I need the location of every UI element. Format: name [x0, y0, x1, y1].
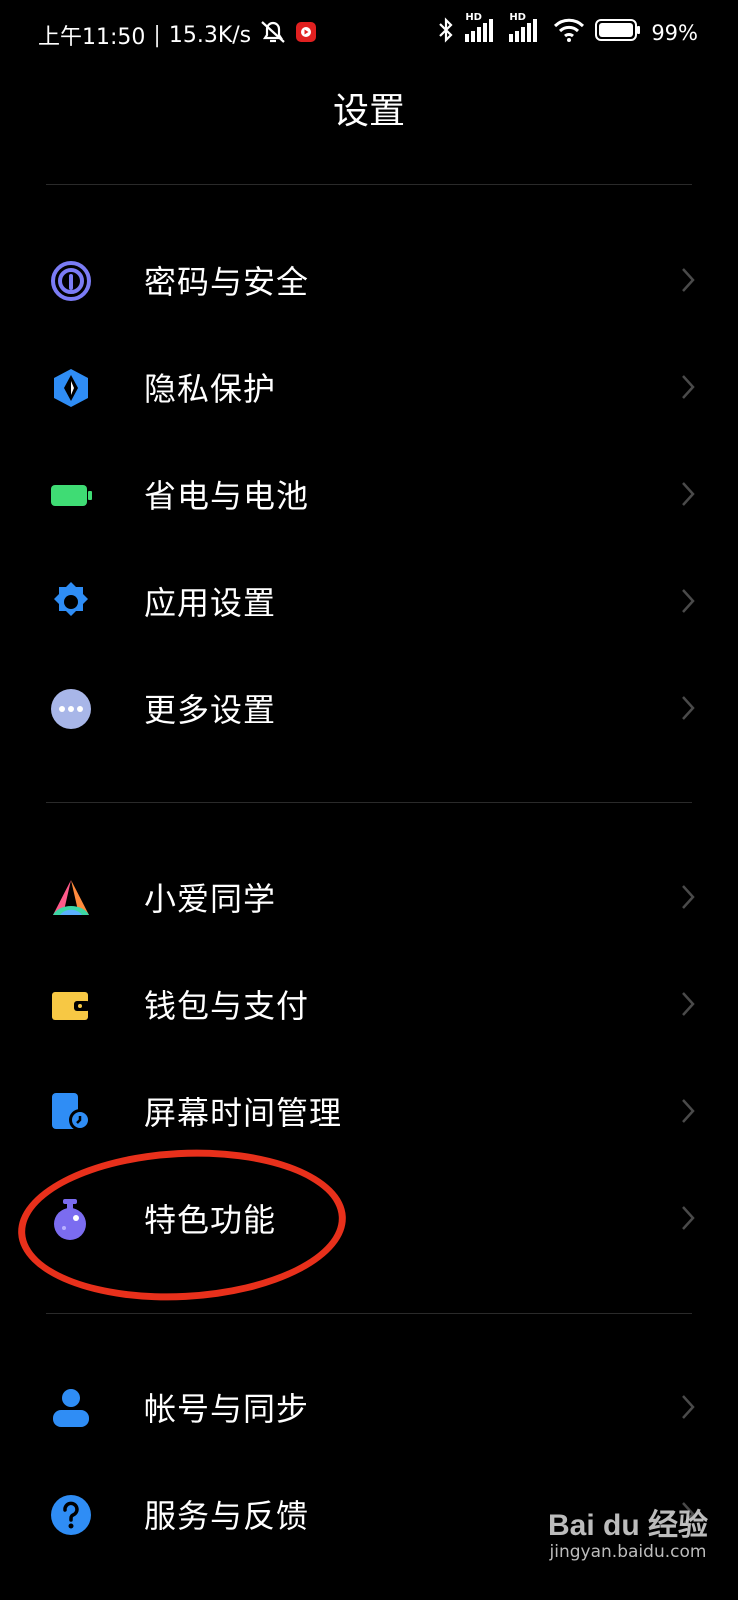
chevron-right-icon [680, 267, 696, 293]
settings-item-label: 应用设置 [144, 584, 277, 622]
settings-item-privacy[interactable]: 隐私保护 [0, 337, 738, 437]
settings-item-label: 钱包与支付 [144, 987, 310, 1025]
highlight-annotation [14, 1141, 350, 1309]
settings-item-label: 省电与电池 [144, 477, 310, 515]
settings-item-wallet[interactable]: 钱包与支付 [0, 954, 738, 1054]
battery-percent: 99% [651, 20, 698, 45]
more-dots-icon [50, 688, 92, 730]
network-speed: 15.3K/s [168, 22, 252, 48]
bell-muted-icon [259, 19, 287, 51]
settings-item-more-settings[interactable]: 更多设置 [0, 658, 738, 758]
divider [46, 184, 692, 185]
chevron-right-icon [680, 695, 696, 721]
settings-item-label: 隐私保护 [144, 370, 277, 408]
watermark-site: jingyan.baidu.com [549, 1542, 707, 1562]
status-time: 上午11:50 [38, 25, 146, 50]
battery-icon [595, 19, 641, 46]
baidu-watermark: Bai du 经验 jingyan.baidu.com [548, 1500, 708, 1562]
settings-item-app-settings[interactable]: 应用设置 [0, 551, 738, 651]
bluetooth-icon [437, 16, 455, 49]
battery-icon [50, 474, 92, 516]
settings-item-xiaoai[interactable]: 小爱同学 [0, 847, 738, 947]
xiaoai-icon [50, 877, 92, 919]
help-icon [50, 1494, 92, 1536]
chevron-right-icon [680, 1205, 696, 1231]
watermark-brand: Bai du 经验 [547, 1509, 708, 1542]
settings-item-password-security[interactable]: 密码与安全 [0, 230, 738, 330]
chevron-right-icon [680, 1098, 696, 1124]
settings-item-label: 密码与安全 [144, 263, 310, 301]
chevron-right-icon [680, 374, 696, 400]
settings-item-account-sync[interactable]: 帐号与同步 [0, 1357, 738, 1457]
fingerprint-icon [50, 260, 92, 302]
privacy-shield-icon [50, 367, 92, 409]
gear-icon [50, 581, 92, 623]
record-icon [295, 21, 317, 49]
chevron-right-icon [680, 481, 696, 507]
wifi-icon [553, 18, 585, 47]
screen-time-icon [50, 1091, 92, 1133]
chevron-right-icon [680, 884, 696, 910]
chevron-right-icon [680, 991, 696, 1017]
signal-icon: HD [465, 12, 499, 47]
signal-icon: HD [509, 12, 543, 47]
settings-item-screen-time[interactable]: 屏幕时间管理 [0, 1061, 738, 1161]
chevron-right-icon [680, 588, 696, 614]
divider [46, 802, 692, 803]
wallet-icon [50, 984, 92, 1026]
settings-item-label: 帐号与同步 [144, 1390, 310, 1428]
settings-item-label: 服务与反馈 [144, 1497, 310, 1535]
settings-item-label: 小爱同学 [144, 880, 277, 918]
settings-item-label: 更多设置 [144, 691, 277, 729]
account-icon [50, 1387, 92, 1429]
settings-item-battery[interactable]: 省电与电池 [0, 444, 738, 544]
status-bar: 上午11:50 | 15.3K/s HD HD 99% [38, 12, 698, 51]
divider [46, 1313, 692, 1314]
page-title: 设置 [332, 91, 405, 132]
settings-item-label: 屏幕时间管理 [144, 1094, 343, 1132]
chevron-right-icon [680, 1394, 696, 1420]
